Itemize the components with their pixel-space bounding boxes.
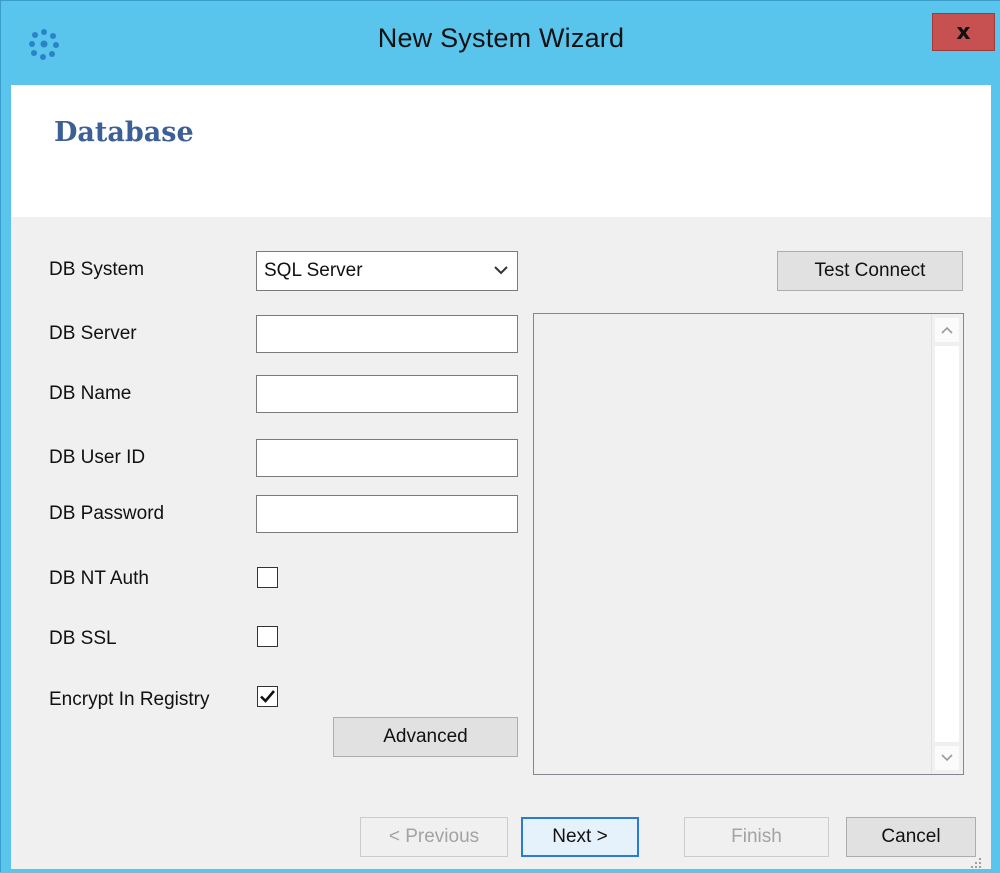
cancel-button[interactable]: Cancel: [846, 817, 976, 857]
encrypt-in-registry-label: Encrypt In Registry: [49, 689, 210, 710]
vertical-scrollbar[interactable]: [931, 314, 963, 774]
db-name-label: DB Name: [49, 383, 132, 404]
advanced-button[interactable]: Advanced: [333, 717, 518, 757]
resize-grip-icon[interactable]: [968, 855, 982, 868]
db-ssl-label: DB SSL: [49, 628, 117, 649]
db-server-input[interactable]: [256, 315, 518, 353]
close-button[interactable]: x: [932, 13, 995, 51]
title-bar[interactable]: New System Wizard x: [1, 1, 1000, 85]
db-system-label: DB System: [49, 259, 145, 280]
db-nt-auth-checkbox[interactable]: [257, 567, 278, 588]
db-user-id-input[interactable]: [256, 439, 518, 477]
next-button[interactable]: Next >: [521, 817, 639, 857]
window-frame: New System Wizard x Database DB System S…: [0, 0, 1000, 872]
window-title: New System Wizard: [377, 23, 625, 53]
scroll-up-button[interactable]: [935, 318, 959, 342]
previous-button[interactable]: < Previous: [360, 817, 508, 857]
db-ssl-checkbox[interactable]: [257, 626, 278, 647]
db-nt-auth-label: DB NT Auth: [49, 568, 149, 589]
test-connect-button[interactable]: Test Connect: [777, 251, 963, 291]
close-icon: x: [956, 19, 971, 45]
db-password-label: DB Password: [49, 503, 165, 524]
chevron-up-icon: [941, 326, 953, 334]
encrypt-in-registry-checkbox[interactable]: [257, 686, 278, 707]
wizard-header: Database: [11, 85, 991, 217]
page-title: Database: [54, 117, 194, 148]
connection-output-box[interactable]: [533, 313, 964, 775]
chevron-down-icon: [941, 754, 953, 762]
finish-button[interactable]: Finish: [684, 817, 829, 857]
db-system-select[interactable]: SQL Server: [256, 251, 518, 291]
scroll-down-button[interactable]: [935, 746, 959, 770]
db-name-input[interactable]: [256, 375, 518, 413]
db-server-label: DB Server: [49, 323, 137, 344]
chevron-down-icon: [493, 260, 509, 280]
db-system-value: SQL Server: [264, 260, 363, 281]
db-password-input[interactable]: [256, 495, 518, 533]
checkmark-icon: [260, 690, 275, 703]
scroll-track[interactable]: [935, 346, 959, 742]
db-user-id-label: DB User ID: [49, 447, 146, 468]
wizard-client-area: Database DB System SQL Server DB Server …: [11, 85, 991, 869]
